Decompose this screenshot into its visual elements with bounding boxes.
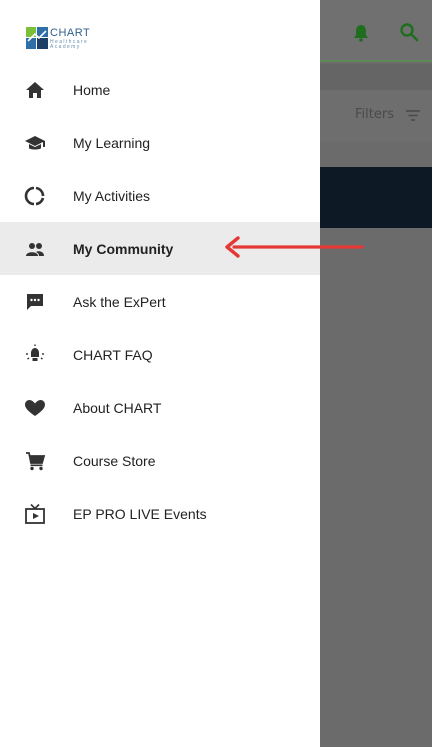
menu-item-course-store[interactable]: Course Store	[0, 434, 320, 487]
menu-item-label: Ask the ExPert	[73, 293, 166, 310]
heart-icon	[24, 397, 46, 419]
menu-item-label: Home	[73, 81, 111, 98]
filters-label[interactable]: Filters	[355, 107, 394, 122]
menu-item-ask-the-expert[interactable]: Ask the ExPert	[0, 275, 320, 328]
home-icon	[24, 79, 46, 101]
logo-subtitle: Healthcare Academy	[50, 39, 89, 50]
menu-item-label: EP PRO LIVE Events	[73, 505, 207, 522]
menu-item-label: CHART FAQ	[73, 346, 153, 363]
graduation-cap-icon	[24, 132, 46, 154]
logo-name: CHART	[50, 27, 91, 39]
chat-bubble-icon	[24, 291, 46, 313]
navigation-drawer: CHART Healthcare Academy Home My Learning…	[0, 0, 320, 747]
circle-progress-icon	[24, 185, 46, 207]
people-icon	[24, 238, 46, 260]
menu-item-label: My Activities	[73, 187, 151, 204]
notification-bell-icon[interactable]	[353, 24, 369, 42]
search-icon[interactable]	[399, 22, 419, 42]
menu-item-label: Course Store	[73, 452, 156, 469]
menu-item-my-activities[interactable]: My Activities	[0, 169, 320, 222]
menu-item-about-chart[interactable]: About CHART	[0, 381, 320, 434]
cart-icon	[24, 450, 46, 472]
chart-logo: CHART Healthcare Academy	[26, 27, 96, 51]
menu-item-label: My Learning	[73, 134, 151, 151]
filter-lines-icon[interactable]	[406, 110, 420, 121]
lightbulb-icon	[24, 344, 46, 366]
live-tv-icon	[24, 503, 46, 525]
drawer-menu: Home My Learning My Activities My Commun…	[0, 63, 320, 540]
menu-item-home[interactable]: Home	[0, 63, 320, 116]
menu-item-ep-pro-live-events[interactable]: EP PRO LIVE Events	[0, 487, 320, 540]
menu-item-label: My Community	[73, 240, 174, 257]
menu-item-chart-faq[interactable]: CHART FAQ	[0, 328, 320, 381]
menu-item-label: About CHART	[73, 399, 162, 416]
menu-item-my-learning[interactable]: My Learning	[0, 116, 320, 169]
red-annotation-arrow-icon	[225, 236, 364, 258]
chart-logo-mark-icon	[26, 27, 48, 49]
